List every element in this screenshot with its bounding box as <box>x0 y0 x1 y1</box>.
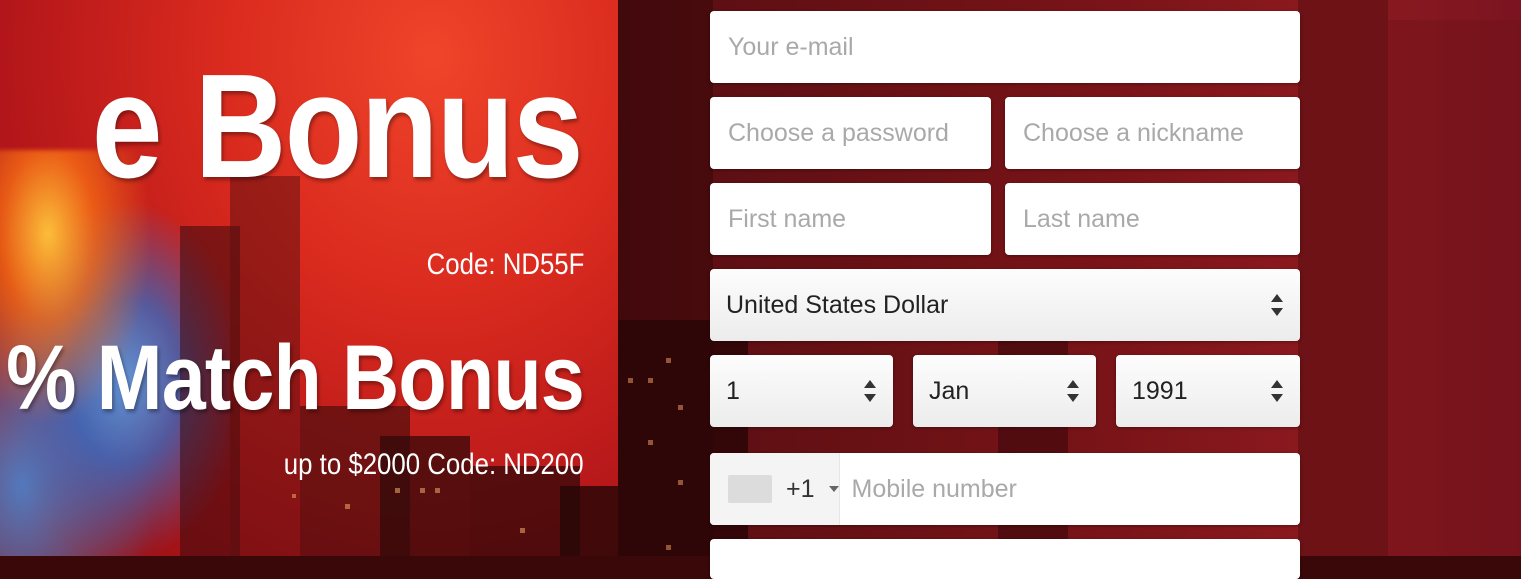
nickname-field[interactable] <box>1021 117 1284 149</box>
country-code-label: +1 <box>786 474 815 503</box>
up-down-chevron-icon <box>1270 378 1284 404</box>
currency-selected-value: United States Dollar <box>726 290 949 319</box>
currency-select[interactable]: United States Dollar <box>710 269 1300 341</box>
first-name-field-wrapper <box>710 183 991 255</box>
bonus-headline: e Bonus <box>91 44 584 209</box>
promo-banner: e Bonus Code: ND55F % Match Bonus up to … <box>0 0 618 556</box>
country-flag-icon <box>728 475 772 503</box>
caret-down-icon <box>828 486 839 492</box>
country-code-dropdown[interactable]: +1 <box>710 453 840 525</box>
phone-field-wrapper: +1 <box>710 453 1300 525</box>
birth-year-selected-value: 1991 <box>1132 376 1188 405</box>
email-field[interactable] <box>726 31 1284 63</box>
birth-year-select[interactable]: 1991 <box>1116 355 1300 427</box>
first-name-field[interactable] <box>726 203 975 235</box>
email-field-wrapper <box>710 11 1300 83</box>
up-down-chevron-icon <box>863 378 877 404</box>
nickname-field-wrapper <box>1005 97 1300 169</box>
password-field-wrapper <box>710 97 991 169</box>
match-bonus-code-label: up to $2000 Code: ND200 <box>284 448 584 481</box>
birth-day-selected-value: 1 <box>726 376 740 405</box>
birth-month-selected-value: Jan <box>929 376 970 405</box>
birth-month-select[interactable]: Jan <box>913 355 1096 427</box>
birth-day-select[interactable]: 1 <box>710 355 893 427</box>
last-name-field[interactable] <box>1021 203 1284 235</box>
up-down-chevron-icon <box>1270 292 1284 318</box>
last-name-field-wrapper <box>1005 183 1300 255</box>
password-field[interactable] <box>726 117 975 149</box>
next-form-field-partial[interactable] <box>710 539 1300 579</box>
bonus-code-label: Code: ND55F <box>426 248 584 281</box>
match-bonus-headline: % Match Bonus <box>6 327 585 429</box>
mobile-number-field[interactable] <box>839 473 1300 505</box>
up-down-chevron-icon <box>1066 378 1080 404</box>
